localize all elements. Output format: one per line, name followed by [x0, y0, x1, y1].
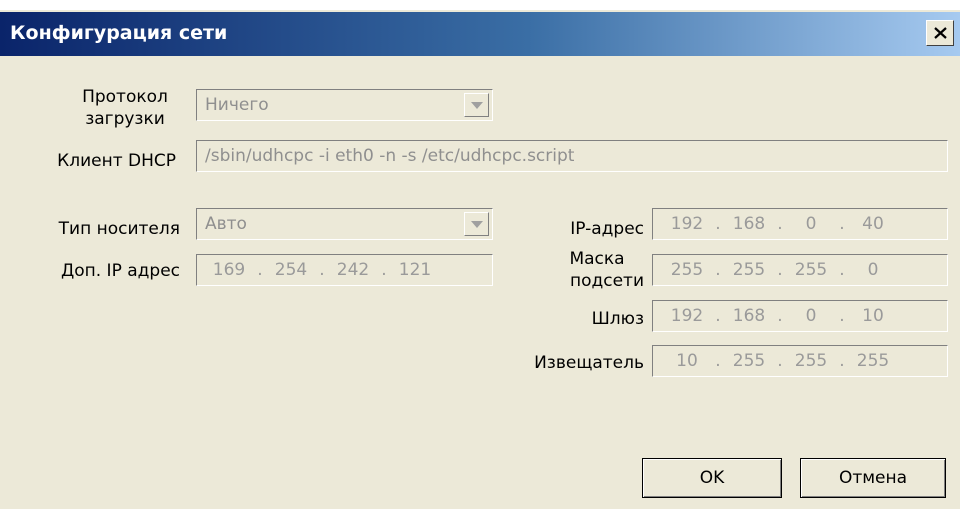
- chevron-down-icon: [471, 221, 483, 228]
- boot-protocol-label-line1: Протокол: [82, 87, 168, 107]
- boot-protocol-label: Протокол загрузки: [60, 86, 190, 130]
- ip-dot: .: [715, 214, 721, 234]
- media-type-dropdown-button[interactable]: [464, 212, 489, 236]
- close-icon: [934, 27, 947, 39]
- dhcp-client-value: /sbin/udhcpc -i eth0 -n -s /etc/udhcpc.s…: [205, 146, 575, 166]
- dhcp-client-field[interactable]: /sbin/udhcpc -i eth0 -n -s /etc/udhcpc.s…: [196, 140, 948, 172]
- gateway-octet-4: 10: [862, 306, 884, 326]
- ip-dot: .: [715, 351, 721, 371]
- boot-protocol-value: Ничего: [205, 95, 269, 115]
- extra-ip-octet-1: 169: [212, 260, 246, 280]
- ip-dot: .: [839, 351, 845, 371]
- ip-address-field[interactable]: 192. 168. 0. 40: [652, 208, 948, 240]
- boot-protocol-dropdown-button[interactable]: [464, 93, 489, 117]
- extra-ip-octet-2: 254: [274, 260, 308, 280]
- gateway-octet-2: 168: [732, 306, 766, 326]
- media-type-label: Тип носителя: [58, 219, 180, 239]
- ip-dot: .: [777, 260, 783, 280]
- subnet-mask-label: Маска подсети: [540, 248, 644, 292]
- gateway-octet-3: 0: [805, 306, 817, 326]
- ip-dot: .: [381, 260, 387, 280]
- dhcp-client-label: Клиент DHCP: [57, 151, 176, 171]
- cancel-button[interactable]: Отмена: [800, 458, 946, 498]
- media-type-select[interactable]: Авто: [196, 208, 493, 240]
- window-title: Конфигурация сети: [10, 22, 228, 44]
- ip-dot: .: [839, 306, 845, 326]
- ip-dot: .: [777, 306, 783, 326]
- ip-dot: .: [839, 260, 845, 280]
- ip-dot: .: [839, 214, 845, 234]
- subnet-mask-octet-2: 255: [732, 260, 766, 280]
- subnet-mask-octet-3: 255: [794, 260, 828, 280]
- ip-dot: .: [777, 351, 783, 371]
- ip-dot: .: [319, 260, 325, 280]
- boot-protocol-select[interactable]: Ничего: [196, 89, 493, 121]
- ok-button[interactable]: OK: [642, 458, 782, 498]
- broadcast-label: Извещатель: [534, 353, 644, 373]
- chevron-down-icon: [471, 102, 483, 109]
- gateway-field[interactable]: 192. 168. 0. 10: [652, 300, 948, 332]
- gateway-label: Шлюз: [591, 309, 644, 329]
- ip-dot: .: [257, 260, 263, 280]
- gateway-octet-1: 192: [670, 306, 704, 326]
- ip-dot: .: [777, 214, 783, 234]
- ip-dot: .: [715, 260, 721, 280]
- broadcast-octet-4: 255: [856, 351, 890, 371]
- subnet-mask-label-line2: подсети: [569, 271, 644, 291]
- media-type-value: Авто: [205, 214, 247, 234]
- broadcast-octet-2: 255: [732, 351, 766, 371]
- broadcast-octet-1: 10: [676, 351, 698, 371]
- extra-ip-label: Доп. IP адрес: [60, 261, 180, 281]
- subnet-mask-octet-1: 255: [670, 260, 704, 280]
- boot-protocol-label-line2: загрузки: [85, 109, 165, 129]
- close-button[interactable]: [926, 20, 954, 46]
- subnet-mask-label-line1: Маска: [569, 249, 625, 269]
- ip-address-label: IP-адрес: [570, 219, 644, 239]
- subnet-mask-octet-4: 0: [867, 260, 879, 280]
- subnet-mask-field[interactable]: 255. 255. 255. 0: [652, 254, 948, 286]
- ip-dot: .: [715, 306, 721, 326]
- broadcast-octet-3: 255: [794, 351, 828, 371]
- ip-address-octet-4: 40: [862, 214, 884, 234]
- extra-ip-octet-3: 242: [336, 260, 370, 280]
- extra-ip-octet-4: 121: [398, 260, 432, 280]
- extra-ip-field[interactable]: 169. 254. 242. 121: [196, 254, 493, 286]
- ip-address-octet-3: 0: [805, 214, 817, 234]
- ip-address-octet-1: 192: [670, 214, 704, 234]
- broadcast-field[interactable]: 10. 255. 255. 255: [652, 345, 948, 377]
- ip-address-octet-2: 168: [732, 214, 766, 234]
